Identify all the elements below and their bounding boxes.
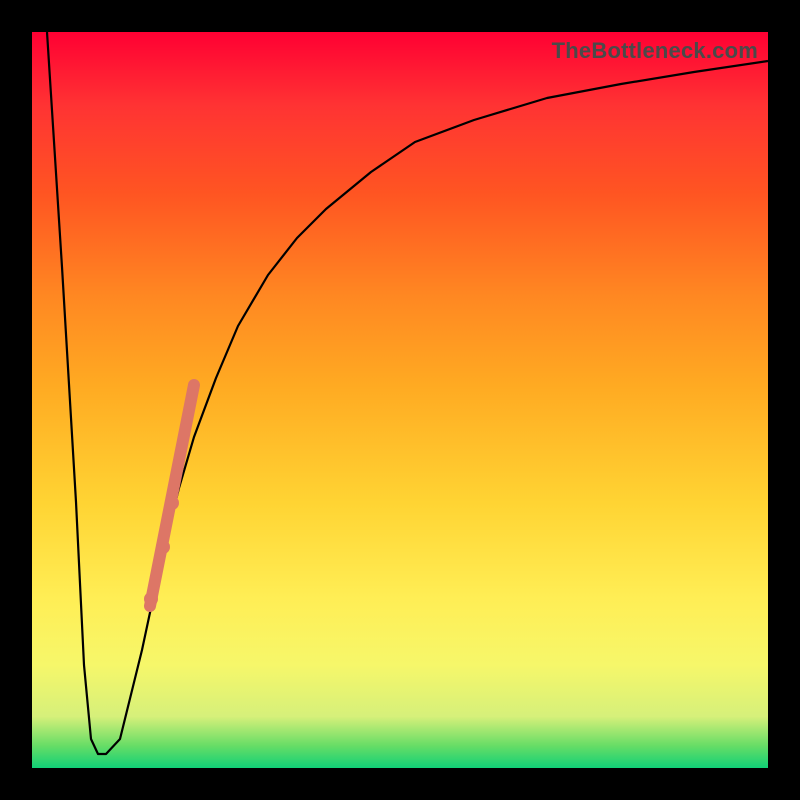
chart-frame: TheBottleneck.com — [0, 0, 800, 800]
highlight-segment — [150, 385, 194, 606]
plot-area: TheBottleneck.com — [32, 32, 768, 768]
highlight-dot — [144, 592, 158, 606]
highlight-dot — [156, 540, 170, 554]
highlight-dot — [165, 496, 179, 510]
curve-svg — [32, 32, 768, 768]
bottleneck-curve — [47, 32, 768, 754]
